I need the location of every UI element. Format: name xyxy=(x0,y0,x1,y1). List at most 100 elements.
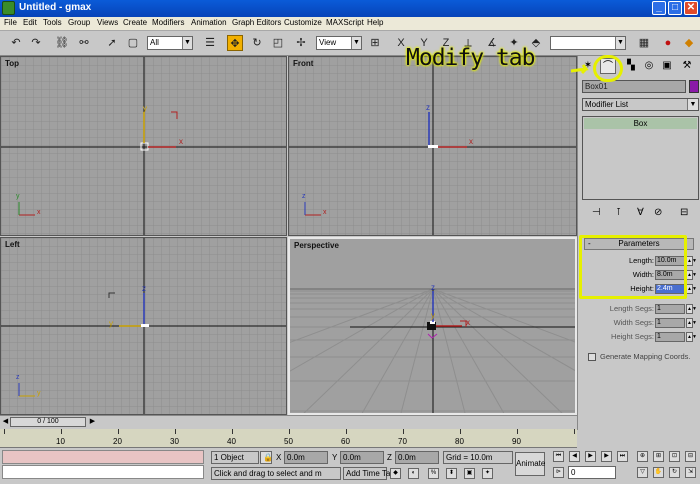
track-tick xyxy=(403,429,404,434)
spinner-icon[interactable]: ▲▼ xyxy=(686,304,697,314)
viewport-top[interactable]: Top x y x y xyxy=(0,56,287,236)
remove-modifier-icon[interactable]: ⊘ xyxy=(654,207,662,218)
param-width-segs-input[interactable]: 1 xyxy=(655,318,685,328)
lock-selection-icon[interactable]: 🔒 xyxy=(260,451,273,464)
z-coord-input[interactable]: 0.0m xyxy=(395,451,439,464)
object-color-swatch[interactable] xyxy=(689,80,699,93)
spinner-icon[interactable]: ▲▼ xyxy=(686,332,697,342)
redo-icon[interactable]: ↷ xyxy=(28,35,44,51)
configure-modifier-sets-icon[interactable]: ⊟ xyxy=(680,207,688,218)
move-icon[interactable]: ✥ xyxy=(227,35,243,51)
reference-coord-dropdown[interactable]: View ▼ xyxy=(316,36,362,50)
render-icon[interactable]: ◆ xyxy=(681,35,697,51)
maximize-button[interactable]: □ xyxy=(668,1,682,15)
time-slider-thumb[interactable]: 0 / 100 xyxy=(10,417,86,427)
selection-filter-dropdown[interactable]: All ▼ xyxy=(147,36,193,50)
viewport-perspective-label: Perspective xyxy=(294,241,339,250)
spinner-icon[interactable]: ▲▼ xyxy=(686,284,697,294)
spinner-icon[interactable]: ▲▼ xyxy=(686,270,697,280)
x-coord-input[interactable]: 0.0m xyxy=(284,451,328,464)
menu-views[interactable]: Views xyxy=(97,18,118,27)
spinner-icon[interactable]: ▲▼ xyxy=(686,256,697,266)
percent-toggle-icon[interactable]: % xyxy=(428,468,439,479)
menu-animation[interactable]: Animation xyxy=(191,18,227,27)
maxscript-listener-input[interactable] xyxy=(2,465,204,479)
current-frame-input[interactable]: 0 xyxy=(568,466,616,479)
viewport-front[interactable]: Front x z x z xyxy=(288,56,577,236)
menu-customize[interactable]: Customize xyxy=(284,18,322,27)
previous-frame-icon[interactable]: ◀ xyxy=(569,451,580,462)
show-end-result-icon[interactable]: ⊺ xyxy=(616,207,621,218)
time-slider[interactable]: ◀ 0 / 100 ▶ xyxy=(0,415,577,428)
menu-create[interactable]: Create xyxy=(123,18,147,27)
spinner-icon[interactable]: ▲▼ xyxy=(686,318,697,328)
menu-tools[interactable]: Tools xyxy=(43,18,62,27)
go-to-end-icon[interactable]: ⏭ xyxy=(617,451,628,462)
material-editor-icon[interactable]: ● xyxy=(660,35,676,51)
play-icon[interactable]: ▶ xyxy=(585,451,596,462)
select-icon[interactable]: ➚ xyxy=(104,35,120,51)
menu-graph-editors[interactable]: Graph Editors xyxy=(232,18,281,27)
param-height-segs-input[interactable]: 1 xyxy=(655,332,685,342)
rotate-icon[interactable]: ↻ xyxy=(249,35,265,51)
manipulate-icon[interactable]: ✢ xyxy=(293,35,309,51)
stack-item-box[interactable]: Box xyxy=(584,118,697,129)
zoom-icon[interactable]: ⊕ xyxy=(637,451,648,462)
angle-toggle-icon[interactable]: ◐ xyxy=(408,468,419,479)
zoom-extents-all-icon[interactable]: ⊟ xyxy=(685,451,696,462)
menu-file[interactable]: File xyxy=(4,18,17,27)
menu-group[interactable]: Group xyxy=(68,18,90,27)
modifier-list-dropdown[interactable]: Modifier List ▼ xyxy=(582,98,699,111)
scale-icon[interactable]: ◰ xyxy=(270,35,286,51)
select-by-name-icon[interactable]: ☰ xyxy=(202,35,218,51)
snap-toggle-icon[interactable]: ◆ xyxy=(390,468,401,479)
grid-size: Grid = 10.0m xyxy=(443,451,513,464)
generate-mapping-coords[interactable]: Generate Mapping Coords. xyxy=(588,352,698,363)
track-bar[interactable]: 10 20 30 40 50 60 70 80 90 xyxy=(0,429,577,448)
display-tab[interactable]: ▣ xyxy=(659,58,675,74)
undo-icon[interactable]: ↶ xyxy=(8,35,24,51)
next-frame-icon[interactable]: ▶ xyxy=(601,451,612,462)
zoom-extents-icon[interactable]: ⊡ xyxy=(669,451,680,462)
pan-icon[interactable]: ✋ xyxy=(653,467,664,478)
window-crossing-icon[interactable]: ▣ xyxy=(464,468,475,479)
unlink-icon[interactable]: ⚯ xyxy=(76,35,92,51)
menu-help[interactable]: Help xyxy=(367,18,383,27)
menu-edit[interactable]: Edit xyxy=(23,18,37,27)
close-button[interactable]: ✕ xyxy=(684,1,698,15)
make-unique-icon[interactable]: ∀ xyxy=(637,207,644,218)
add-time-tag-button[interactable]: Add Time Tag xyxy=(343,467,395,480)
maxscript-listener-output[interactable] xyxy=(2,450,204,464)
field-of-view-icon[interactable]: ▽ xyxy=(637,467,648,478)
utilities-tab[interactable]: ⚒ xyxy=(679,58,695,74)
object-name-field[interactable]: Box01 xyxy=(582,80,686,93)
key-mode-icon[interactable]: ⊳ xyxy=(553,467,564,478)
menu-maxscript[interactable]: MAXScript xyxy=(326,18,364,27)
time-slider-left-arrow[interactable]: ◀ xyxy=(1,417,10,427)
motion-tab[interactable]: ◎ xyxy=(641,58,657,74)
generate-mapping-checkbox[interactable] xyxy=(588,353,596,361)
param-length-segs-input[interactable]: 1 xyxy=(655,304,685,314)
hierarchy-tab[interactable]: ▚ xyxy=(623,58,639,74)
pivot-icon[interactable]: ⊞ xyxy=(367,35,383,51)
mirror-icon[interactable]: ▦ xyxy=(636,35,652,51)
gmax-app-icon[interactable] xyxy=(2,1,15,15)
maximize-viewport-icon[interactable]: ⇲ xyxy=(685,467,696,478)
arc-rotate-icon[interactable]: ↻ xyxy=(669,467,680,478)
viewport-left[interactable]: Left y z y z xyxy=(0,237,287,415)
link-icon[interactable]: ⛓ xyxy=(54,35,70,51)
region-select-icon[interactable]: ▢ xyxy=(125,35,141,51)
spinner-toggle-icon[interactable]: ⬍ xyxy=(446,468,457,479)
menu-modifiers[interactable]: Modifiers xyxy=(152,18,184,27)
degrade-override-icon[interactable]: ✦ xyxy=(482,468,493,479)
pin-stack-icon[interactable]: ⊣ xyxy=(592,207,601,218)
time-slider-right-arrow[interactable]: ▶ xyxy=(88,417,97,427)
go-to-start-icon[interactable]: ⏮ xyxy=(553,451,564,462)
z-coord-label: Z xyxy=(387,453,392,462)
minimize-button[interactable]: _ xyxy=(652,1,666,15)
named-selection-dropdown[interactable]: ▼ xyxy=(550,36,626,50)
animate-button[interactable]: Animate xyxy=(515,452,545,476)
zoom-all-icon[interactable]: ⊞ xyxy=(653,451,664,462)
viewport-perspective[interactable]: Perspective x y z xyxy=(288,237,577,415)
y-coord-input[interactable]: 0.0m xyxy=(340,451,384,464)
